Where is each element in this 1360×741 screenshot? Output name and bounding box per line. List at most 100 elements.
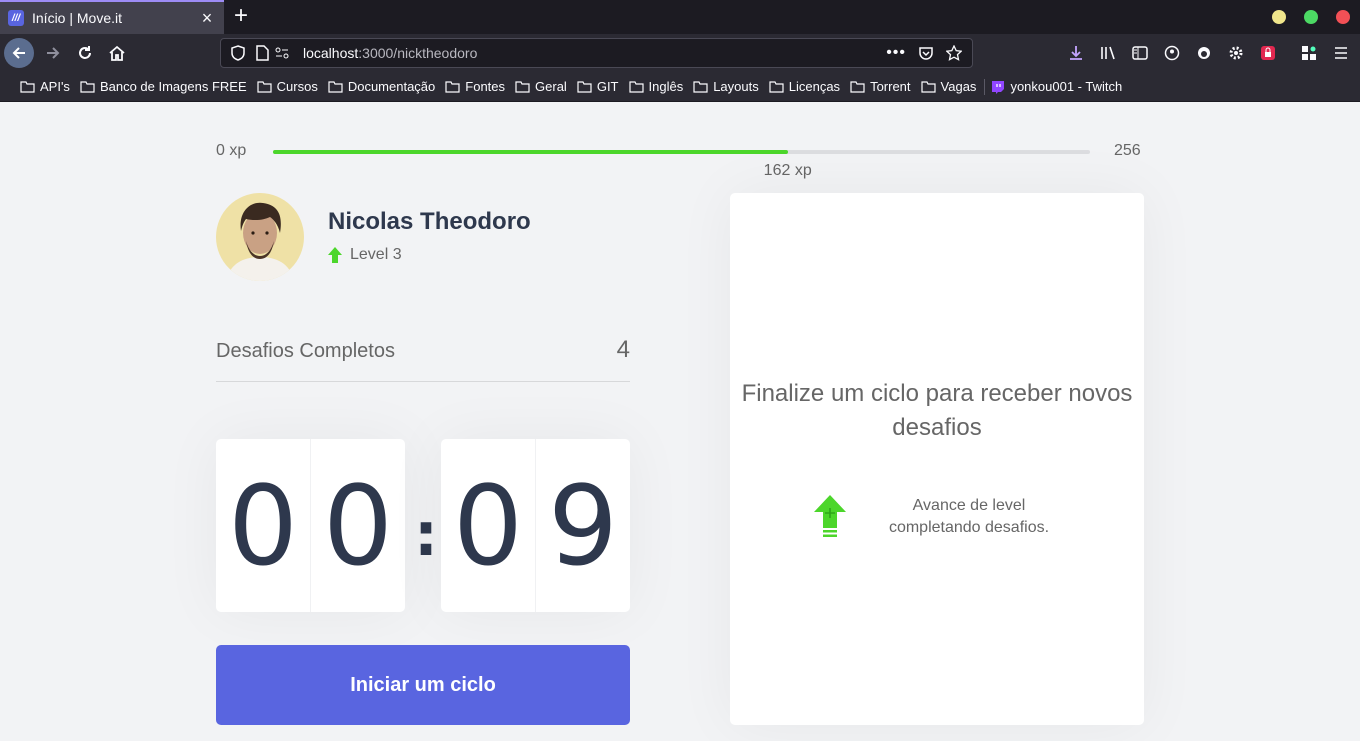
bookmark-label: Banco de Imagens FREE [99, 79, 247, 94]
bookmark-twitch[interactable]: yonkou001 - Twitch [991, 79, 1122, 94]
more-actions-icon[interactable]: ••• [886, 44, 906, 62]
countdown-separator: : [414, 500, 438, 570]
bookmark-label: API's [40, 79, 70, 94]
user-level: Level 3 [328, 246, 402, 264]
library-icon[interactable] [1099, 44, 1117, 62]
bookmark-label: yonkou001 - Twitch [1010, 79, 1123, 94]
folder-icon [80, 81, 95, 93]
extension-lock-icon[interactable] [1259, 44, 1277, 62]
bookmark-label: Documentação [347, 79, 436, 94]
xp-current-label: 162 xp [763, 162, 812, 179]
bookmark-label: Vagas [940, 79, 977, 94]
browser-toolbar: localhost:3000/nicktheodoro ••• [0, 34, 1360, 72]
extensions-icon[interactable] [1300, 44, 1318, 62]
folder-icon [628, 81, 644, 93]
avatar-photo-icon [216, 193, 304, 281]
bookmark-separator [984, 78, 986, 95]
bookmark-folder-cursos[interactable]: Cursos [257, 79, 318, 94]
start-cycle-button[interactable]: Iniciar um ciclo [216, 645, 630, 725]
pocket-icon[interactable] [918, 45, 934, 61]
bookmark-folder-banco-de-imagens[interactable]: Banco de Imagens FREE [80, 79, 247, 94]
bookmark-label: Cursos [276, 79, 318, 94]
downloads-icon[interactable] [1067, 44, 1085, 62]
level-up-icon [814, 495, 846, 537]
folder-icon [769, 81, 784, 93]
bookmark-label: Layouts [713, 79, 759, 94]
bookmark-label: Geral [535, 79, 567, 94]
challenge-box: Finalize um ciclo para receber novos des… [730, 193, 1144, 725]
folder-icon [577, 81, 592, 93]
bookmark-folder-licencas[interactable]: Licenças [769, 79, 840, 94]
shield-icon[interactable] [231, 45, 245, 61]
back-button[interactable] [4, 38, 34, 68]
menu-icon[interactable] [1332, 44, 1350, 62]
countdown-seconds: 0 9 [441, 439, 630, 612]
folder-icon [257, 81, 272, 93]
xp-end-label: 256 [1114, 142, 1141, 159]
folder-icon [920, 81, 936, 93]
account-icon[interactable] [1163, 44, 1181, 62]
url-path: :3000/nicktheodoro [358, 45, 478, 61]
window-close-button[interactable] [1336, 10, 1350, 24]
bookmark-star-icon[interactable] [946, 45, 962, 61]
browser-tab-bar: /// Início | Move.it × + [0, 0, 1360, 34]
window-maximize-button[interactable] [1304, 10, 1318, 24]
bookmark-folder-fontes[interactable]: Fontes [445, 79, 505, 94]
bookmark-folder-ingles[interactable]: Inglês [628, 79, 684, 94]
twitch-icon [992, 80, 1005, 94]
forward-button[interactable] [38, 38, 68, 68]
folder-icon [20, 81, 35, 93]
folder-icon [445, 81, 460, 93]
folder-icon [515, 81, 530, 93]
level-up-arrow-icon [328, 247, 342, 263]
bookmark-label: GIT [596, 79, 619, 94]
reload-icon [79, 46, 91, 59]
page-icon[interactable] [255, 45, 269, 61]
arrow-right-icon [47, 47, 60, 59]
browser-tab[interactable]: /// Início | Move.it × [0, 0, 224, 34]
url-host: localhost [303, 45, 359, 61]
folder-icon [328, 81, 343, 93]
moveit-favicon-icon: /// [8, 10, 24, 26]
tab-close-icon[interactable]: × [198, 9, 216, 27]
bookmark-label: Inglês [648, 79, 684, 94]
countdown-digit: 0 [228, 461, 298, 590]
arrow-left-icon [12, 47, 25, 59]
sidebar-icon[interactable] [1131, 44, 1149, 62]
completed-challenges-label: Desafios Completos [216, 340, 395, 362]
extension-github-icon[interactable] [1195, 44, 1213, 62]
completed-challenges-count: 4 [616, 336, 630, 363]
folder-icon [850, 81, 865, 93]
countdown-digit: 0 [310, 439, 405, 612]
bookmark-folder-documentacao[interactable]: Documentação [328, 79, 435, 94]
reload-button[interactable] [70, 38, 100, 68]
avatar [216, 193, 304, 281]
experience-bar [273, 150, 1090, 154]
bookmark-label: Fontes [465, 79, 506, 94]
challenge-box-title: Finalize um ciclo para receber novos des… [741, 380, 1133, 441]
bookmark-folder-vagas[interactable]: Vagas [920, 79, 977, 94]
window-minimize-button[interactable] [1272, 10, 1286, 24]
completed-challenges: Desafios Completos 4 [216, 336, 630, 382]
bookmark-folder-layouts[interactable]: Layouts [693, 79, 759, 94]
tab-title: Início | Move.it [32, 10, 123, 26]
user-name: Nicolas Theodoro [328, 208, 531, 235]
extension-gear-icon[interactable] [1227, 44, 1245, 62]
url-text[interactable]: localhost:3000/nicktheodoro [303, 45, 477, 61]
bookmark-folder-apis[interactable]: API's [20, 79, 70, 94]
address-bar[interactable]: localhost:3000/nicktheodoro ••• [220, 38, 973, 68]
xp-start-label: 0 xp [216, 142, 247, 159]
permissions-icon[interactable] [275, 46, 289, 60]
bookmark-folder-geral[interactable]: Geral [515, 79, 567, 94]
experience-bar-fill [273, 150, 788, 154]
countdown-digit: 0 [453, 461, 523, 590]
home-button[interactable] [102, 38, 132, 68]
bookmark-folder-git[interactable]: GIT [577, 79, 619, 94]
new-tab-button[interactable]: + [228, 4, 254, 30]
folder-icon [693, 81, 708, 93]
challenge-box-hint: Avance de level completando desafios. [888, 497, 1050, 536]
countdown-digit: 9 [535, 439, 630, 612]
home-icon [109, 45, 125, 61]
countdown-minutes: 0 0 [216, 439, 405, 612]
bookmark-folder-torrent[interactable]: Torrent [850, 79, 911, 94]
